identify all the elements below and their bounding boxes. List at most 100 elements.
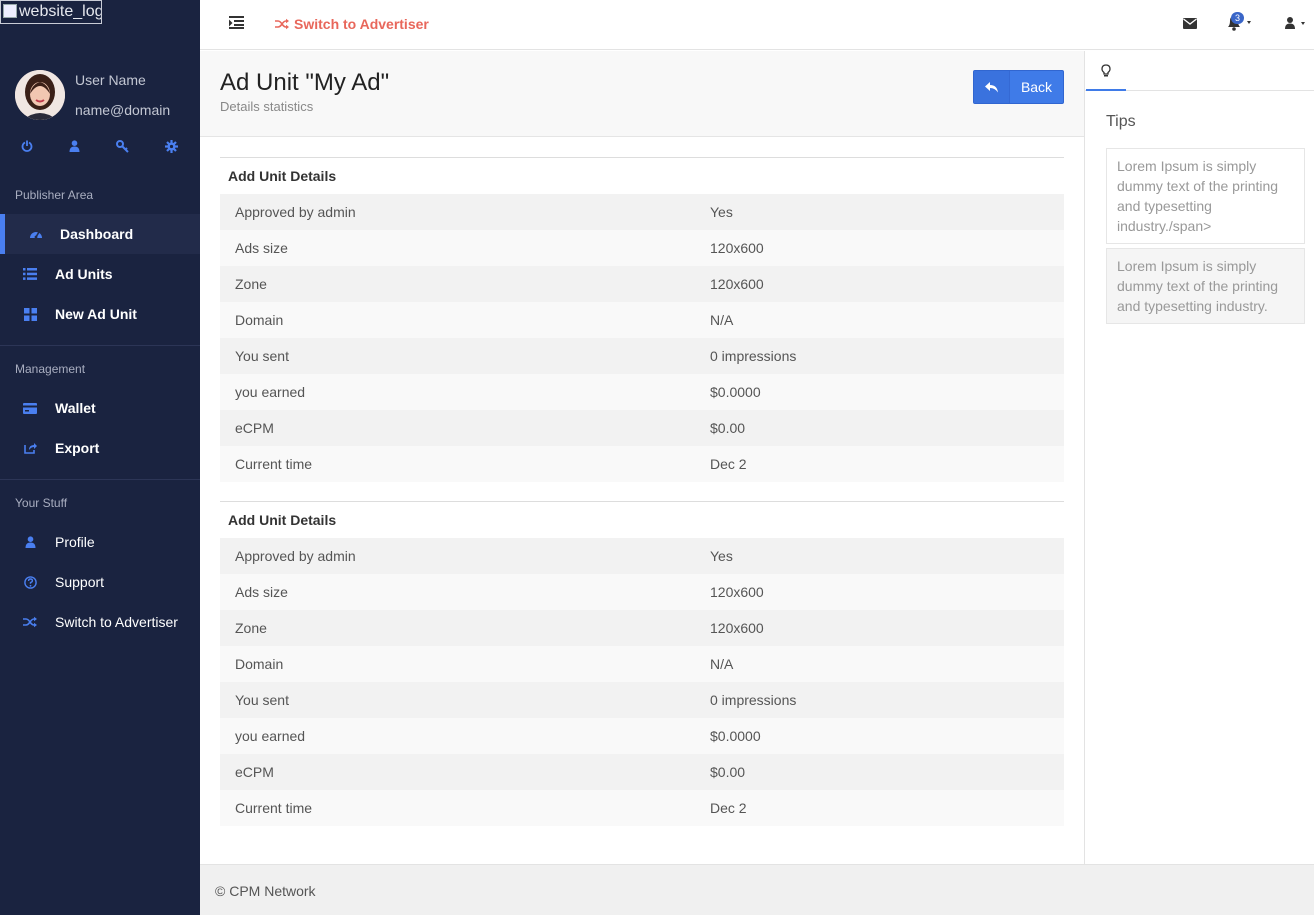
right-tabbar bbox=[1085, 51, 1314, 91]
row-key: you earned bbox=[235, 728, 306, 744]
back-button-label: Back bbox=[1020, 79, 1053, 95]
logo-alt-text: website_logo bbox=[19, 3, 101, 20]
grid-icon bbox=[22, 306, 38, 322]
page-header: Ad Unit "My Ad" Details statistics Back bbox=[200, 51, 1084, 137]
row-value: $0.00 bbox=[710, 420, 746, 436]
power-icon[interactable] bbox=[17, 136, 37, 156]
sidebar-item-label: Switch to Advertiser bbox=[55, 614, 178, 630]
row-key: eCPM bbox=[235, 764, 274, 780]
tips-title: Tips bbox=[1106, 113, 1136, 130]
reply-icon bbox=[974, 71, 1010, 103]
sidebar-item-label: Export bbox=[55, 440, 100, 456]
row-key: Approved by admin bbox=[235, 548, 356, 564]
details-table: Approved by admin Yes Ads size 120x600 Zon… bbox=[220, 194, 1064, 482]
row-value: 120x600 bbox=[710, 620, 764, 636]
switch-to-advertiser-link[interactable]: Switch to Advertiser bbox=[275, 16, 429, 32]
sidebar-item-profile[interactable]: Profile bbox=[0, 522, 200, 562]
details-panel: Add Unit Details Approved by admin Yes Ad… bbox=[220, 501, 1064, 826]
table-row: Current time Dec 2 bbox=[220, 790, 1064, 826]
row-key: Zone bbox=[235, 620, 267, 636]
row-value: N/A bbox=[710, 312, 734, 328]
top-navbar: Switch to Advertiser 3 bbox=[200, 0, 1314, 50]
sidebar-divider bbox=[0, 345, 200, 346]
panel-heading: Add Unit Details bbox=[220, 158, 1064, 194]
sidebar-item-label: Ad Units bbox=[55, 266, 113, 282]
row-key: Approved by admin bbox=[235, 204, 356, 220]
user-icon bbox=[22, 534, 38, 550]
shuffle-icon bbox=[275, 18, 289, 30]
row-value: Yes bbox=[710, 204, 733, 220]
row-key: eCPM bbox=[235, 420, 274, 436]
switch-to-advertiser-label: Switch to Advertiser bbox=[294, 16, 429, 32]
table-row: Zone 120x600 bbox=[220, 610, 1064, 646]
table-row: Zone 120x600 bbox=[220, 266, 1064, 302]
list-icon bbox=[22, 266, 38, 282]
question-icon bbox=[22, 574, 38, 590]
sidebar-item-ad-units[interactable]: Ad Units bbox=[0, 254, 200, 294]
sidebar-item-wallet[interactable]: Wallet bbox=[0, 388, 200, 428]
row-value: Dec 2 bbox=[710, 456, 747, 472]
sidebar-item-label: New Ad Unit bbox=[55, 306, 137, 322]
key-icon[interactable] bbox=[112, 136, 132, 156]
row-value: 120x600 bbox=[710, 276, 764, 292]
panel-heading: Add Unit Details bbox=[220, 502, 1064, 538]
table-row: you earned $0.0000 bbox=[220, 374, 1064, 410]
row-value: Yes bbox=[710, 548, 733, 564]
row-value: $0.00 bbox=[710, 764, 746, 780]
gear-icon[interactable] bbox=[161, 136, 181, 156]
table-row: Approved by admin Yes bbox=[220, 194, 1064, 230]
page-title: Ad Unit "My Ad" bbox=[220, 69, 390, 96]
menu-toggle-icon[interactable] bbox=[229, 16, 245, 32]
avatar[interactable] bbox=[15, 70, 65, 120]
main-content: Ad Unit "My Ad" Details statistics Back … bbox=[200, 51, 1084, 864]
notification-count-badge: 3 bbox=[1231, 12, 1245, 24]
sidebar-item-switch-to-advertiser[interactable]: Switch to Advertiser bbox=[0, 602, 200, 642]
row-key: Ads size bbox=[235, 584, 288, 600]
user-actions bbox=[0, 136, 200, 156]
row-value: 120x600 bbox=[710, 240, 764, 256]
row-key: You sent bbox=[235, 348, 289, 364]
footer-copyright: © CPM Network bbox=[215, 883, 316, 899]
broken-image-icon bbox=[3, 4, 17, 18]
table-row: You sent 0 impressions bbox=[220, 338, 1064, 374]
sidebar: website_logo User Name name@domain Publi… bbox=[0, 0, 200, 915]
sidebar-item-label: Dashboard bbox=[60, 226, 134, 242]
sidebar-item-export[interactable]: Export bbox=[0, 428, 200, 468]
row-key: you earned bbox=[235, 384, 306, 400]
details-panel: Add Unit Details Approved by admin Yes Ad… bbox=[220, 157, 1064, 482]
section-heading-your-stuff: Your Stuff bbox=[15, 496, 68, 510]
tab-tips[interactable] bbox=[1086, 51, 1126, 91]
back-button[interactable]: Back bbox=[973, 70, 1064, 104]
right-sidebar: Tips Lorem Ipsum is simply dummy text of… bbox=[1084, 51, 1314, 864]
sidebar-item-label: Profile bbox=[55, 534, 95, 550]
table-row: eCPM $0.00 bbox=[220, 410, 1064, 446]
user-menu-dropdown[interactable] bbox=[1284, 14, 1312, 34]
sidebar-item-label: Support bbox=[55, 574, 105, 590]
table-row: eCPM $0.00 bbox=[220, 754, 1064, 790]
row-key: Domain bbox=[235, 656, 284, 672]
row-key: Current time bbox=[235, 800, 313, 816]
row-key: Domain bbox=[235, 312, 284, 328]
table-row: You sent 0 impressions bbox=[220, 682, 1064, 718]
credit-card-icon bbox=[22, 400, 38, 416]
row-value: $0.0000 bbox=[710, 728, 761, 744]
page-subtitle: Details statistics bbox=[220, 99, 314, 114]
shuffle-icon bbox=[22, 614, 38, 630]
sidebar-divider bbox=[0, 479, 200, 480]
sidebar-item-support[interactable]: Support bbox=[0, 562, 200, 602]
row-key: Zone bbox=[235, 276, 267, 292]
table-row: Current time Dec 2 bbox=[220, 446, 1064, 482]
lightbulb-icon bbox=[1101, 63, 1111, 76]
details-table: Approved by admin Yes Ads size 120x600 Zon… bbox=[220, 538, 1064, 826]
website-logo[interactable]: website_logo bbox=[0, 0, 102, 24]
sidebar-item-dashboard[interactable]: Dashboard bbox=[0, 214, 200, 254]
row-key: Current time bbox=[235, 456, 313, 472]
sidebar-item-new-ad-unit[interactable]: New Ad Unit bbox=[0, 294, 200, 334]
table-row: you earned $0.0000 bbox=[220, 718, 1064, 754]
row-value: N/A bbox=[710, 656, 734, 672]
user-icon[interactable] bbox=[64, 136, 84, 156]
table-row: Ads size 120x600 bbox=[220, 230, 1064, 266]
share-icon bbox=[22, 440, 38, 456]
envelope-icon[interactable] bbox=[1183, 16, 1199, 32]
footer: © CPM Network bbox=[200, 864, 1314, 915]
